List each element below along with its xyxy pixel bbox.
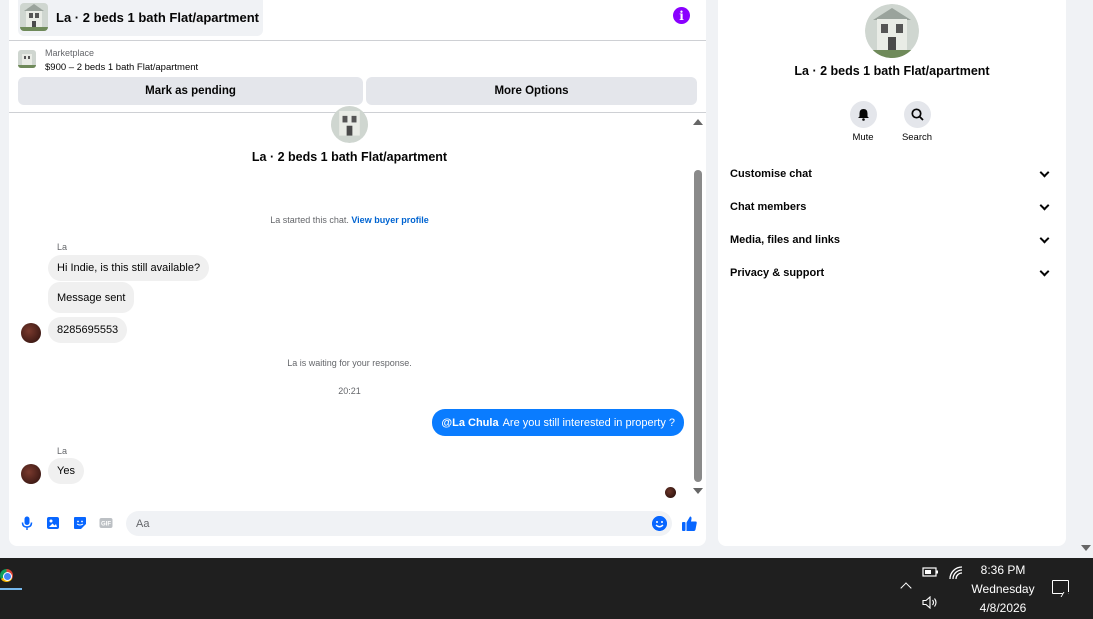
section-label: Chat members — [730, 201, 807, 213]
sticker-icon[interactable] — [73, 516, 87, 530]
info-icon[interactable]: i — [673, 7, 690, 24]
listing-avatar[interactable] — [865, 4, 919, 58]
scroll-down-arrow-icon[interactable] — [1081, 545, 1091, 551]
message-composer: GIF Aa — [9, 500, 706, 546]
chevron-down-icon — [1039, 266, 1050, 276]
svg-text:GIF: GIF — [101, 522, 111, 528]
listing-thumbnail-icon — [20, 3, 48, 31]
search-circle[interactable] — [903, 101, 931, 128]
sender-avatar[interactable] — [21, 464, 41, 484]
clock-date: 4/8/2026 — [979, 601, 1027, 615]
taskbar: 8:36 PM Wednesday 4/8/2026 — [0, 558, 1093, 619]
view-buyer-profile-link[interactable]: View buyer profile — [351, 215, 428, 225]
marketplace-listing-bar: Marketplace $900 – 2 beds 1 bath Flat/ap… — [9, 41, 706, 113]
mute-circle[interactable] — [849, 101, 877, 128]
media-files-links-section[interactable]: Media, files and links — [730, 231, 1052, 249]
info-panel-title: La · 2 beds 1 bath Flat/apartment — [794, 64, 990, 78]
chat-started-notice: La started this chat. View buyer profile — [9, 215, 690, 225]
search-button[interactable]: Search — [890, 101, 944, 143]
sender-name: La — [57, 446, 68, 456]
photo-icon[interactable] — [46, 516, 60, 530]
incoming-message[interactable]: Yes — [48, 458, 84, 484]
incoming-message[interactable]: 8285695553 — [48, 317, 128, 343]
gif-icon[interactable]: GIF — [99, 516, 113, 530]
chat-panel: La · 2 beds 1 bath Flat/apartment i Mark… — [9, 0, 706, 546]
chat-started-text: La started this chat. — [270, 215, 349, 225]
page-scrollbar[interactable] — [1078, 0, 1093, 558]
chat-title-button[interactable]: La · 2 beds 1 bath Flat/apartment — [18, 0, 263, 36]
waiting-notice: La is waiting for your response. — [287, 358, 412, 368]
system-clock[interactable]: 8:36 PM Wednesday 4/8/2026 — [965, 561, 1041, 618]
mention-tag[interactable]: @La Chula — [441, 417, 498, 429]
mute-label: Mute — [852, 132, 874, 143]
sender-name: La — [57, 242, 68, 252]
volume-icon[interactable] — [922, 596, 939, 609]
clock-day: Wednesday — [971, 582, 1035, 596]
thumbs-up-icon[interactable] — [681, 515, 698, 532]
listing-avatar — [331, 106, 368, 143]
mute-button[interactable]: Mute — [836, 101, 890, 143]
emoji-icon[interactable] — [652, 516, 667, 531]
chat-title: La · 2 beds 1 bath Flat/apartment — [56, 9, 259, 25]
section-label: Media, files and links — [730, 234, 841, 246]
customise-chat-section[interactable]: Customise chat — [730, 165, 1052, 183]
thread-scrollbar[interactable] — [692, 114, 704, 500]
chat-header: La · 2 beds 1 bath Flat/apartment i — [9, 0, 706, 41]
microphone-icon[interactable] — [20, 516, 34, 530]
chrome-icon — [0, 569, 13, 582]
chevron-down-icon — [1039, 233, 1050, 243]
outgoing-message-text: Are you still interested in property ? — [502, 416, 675, 429]
search-label: Search — [901, 132, 933, 143]
scroll-thumb[interactable] — [694, 170, 702, 482]
scroll-down-arrow-icon[interactable] — [693, 488, 703, 494]
message-thread: La · 2 beds 1 bath Flat/apartment La sta… — [9, 106, 706, 500]
incoming-message[interactable]: Message sent — [48, 282, 135, 313]
battery-icon[interactable] — [922, 566, 939, 578]
chat-info-panel: La · 2 beds 1 bath Flat/apartment Mute S… — [718, 0, 1066, 546]
outgoing-message[interactable]: @La Chula Are you still interested in pr… — [432, 409, 684, 436]
section-label: Customise chat — [730, 168, 812, 180]
message-timestamp: 20:21 — [338, 386, 361, 396]
chrome-taskbar-button[interactable] — [0, 562, 22, 590]
clock-time: 8:36 PM — [980, 563, 1026, 577]
marketplace-label: Marketplace — [45, 48, 95, 58]
notification-center-icon[interactable] — [1052, 580, 1069, 594]
more-options-button[interactable]: More Options — [366, 77, 697, 105]
chat-members-section[interactable]: Chat members — [730, 198, 1052, 216]
privacy-support-section[interactable]: Privacy & support — [730, 264, 1052, 282]
section-label: Privacy & support — [730, 267, 825, 279]
thread-title: La · 2 beds 1 bath Flat/apartment — [251, 150, 448, 164]
search-icon — [910, 108, 924, 121]
scroll-up-arrow-icon[interactable] — [693, 119, 703, 125]
sender-avatar[interactable] — [21, 323, 41, 343]
read-receipt-avatar — [665, 487, 676, 498]
message-input[interactable]: Aa — [126, 511, 672, 536]
show-hidden-icons-chevron-icon[interactable] — [900, 582, 912, 594]
incoming-message[interactable]: Hi Indie, is this still available? — [48, 255, 210, 281]
chevron-down-icon — [1039, 200, 1050, 210]
mark-as-pending-button[interactable]: Mark as pending — [18, 77, 363, 105]
bell-icon — [857, 109, 869, 121]
listing-thumbnail-icon[interactable] — [18, 50, 36, 68]
chevron-down-icon — [1039, 167, 1050, 177]
wifi-icon[interactable] — [949, 566, 964, 580]
listing-price-title[interactable]: $900 – 2 beds 1 bath Flat/apartment — [45, 62, 198, 73]
